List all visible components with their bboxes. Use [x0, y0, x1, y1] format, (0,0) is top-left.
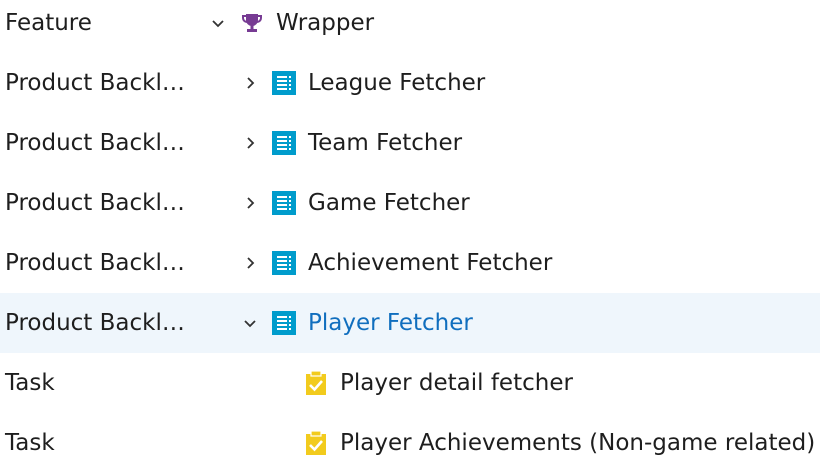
chevron-right-icon[interactable]: [241, 173, 259, 233]
work-item-type: Product Backl…: [5, 130, 185, 156]
chevron-right-icon[interactable]: [241, 53, 259, 113]
work-item-title[interactable]: Player Fetcher: [308, 293, 473, 353]
tree-row-achievement-fetcher[interactable]: Product Backl… Achievement Fetcher: [0, 233, 820, 293]
tree-row-player-achievements[interactable]: Task Player Achievements (Non-game relat…: [0, 413, 820, 473]
work-item-type: Task: [5, 370, 55, 396]
chevron-down-icon[interactable]: [209, 0, 227, 53]
chevron-right-icon[interactable]: [241, 113, 259, 173]
tree-row-league-fetcher[interactable]: Product Backl… League Fetcher: [0, 53, 820, 113]
work-item-title[interactable]: Game Fetcher: [308, 173, 470, 233]
tree-row-player-detail-fetcher[interactable]: Task Player detail fetcher: [0, 353, 820, 413]
work-item-title[interactable]: Wrapper: [276, 0, 374, 53]
backlog-item-icon: [272, 191, 296, 215]
task-clipboard-icon: [304, 431, 328, 455]
backlog-item-icon: [272, 71, 296, 95]
backlog-item-icon: [272, 251, 296, 275]
tree-row-wrapper[interactable]: Feature Wrapper: [0, 0, 820, 53]
work-item-type: Product Backl…: [5, 190, 185, 216]
work-item-type: Feature: [5, 10, 92, 36]
backlog-item-icon: [272, 131, 296, 155]
work-item-type: Product Backl…: [5, 250, 185, 276]
trophy-icon: [240, 11, 264, 35]
work-item-type: Product Backl…: [5, 310, 185, 336]
work-item-title[interactable]: Team Fetcher: [308, 113, 462, 173]
work-item-title[interactable]: Player detail fetcher: [340, 353, 573, 413]
work-item-type: Task: [5, 430, 55, 456]
chevron-down-icon[interactable]: [241, 293, 259, 353]
tree-row-team-fetcher[interactable]: Product Backl… Team Fetcher: [0, 113, 820, 173]
work-item-title[interactable]: Achievement Fetcher: [308, 233, 552, 293]
task-clipboard-icon: [304, 371, 328, 395]
work-item-type: Product Backl…: [5, 70, 185, 96]
backlog-item-icon: [272, 311, 296, 335]
work-item-title[interactable]: League Fetcher: [308, 53, 485, 113]
tree-row-game-fetcher[interactable]: Product Backl… Game Fetcher: [0, 173, 820, 233]
chevron-right-icon[interactable]: [241, 233, 259, 293]
tree-row-player-fetcher[interactable]: Product Backl… Player Fetcher: [0, 293, 820, 353]
work-item-title[interactable]: Player Achievements (Non-game related): [340, 413, 815, 473]
